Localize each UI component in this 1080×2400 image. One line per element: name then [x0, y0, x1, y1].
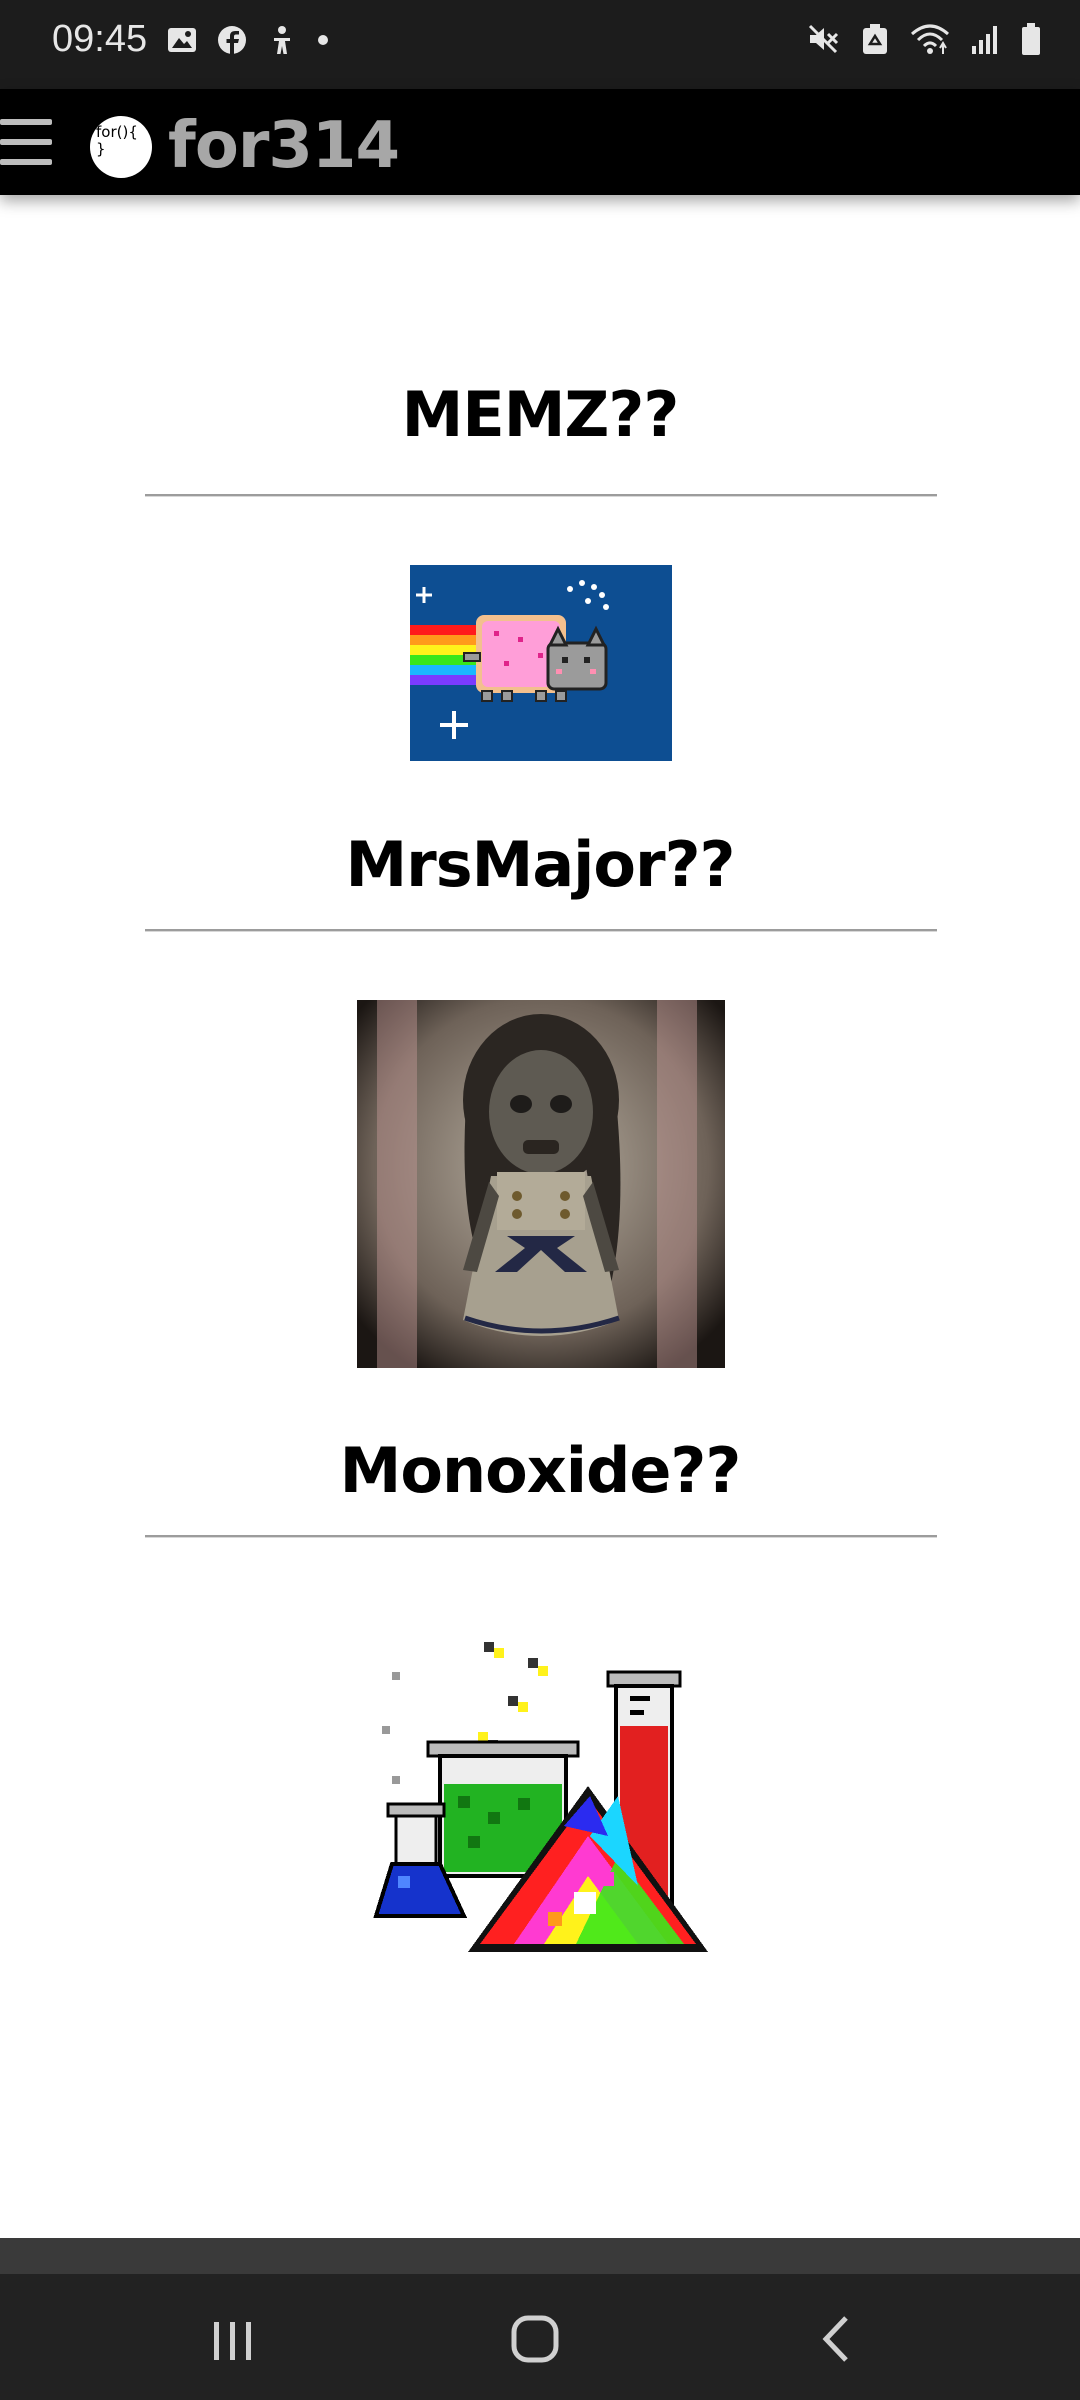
status-right-icons	[806, 22, 1042, 56]
signal-icon	[972, 26, 997, 54]
status-left-icons	[166, 24, 330, 56]
hamburger-menu-icon[interactable]	[0, 111, 54, 171]
recent-apps-icon[interactable]	[198, 2304, 268, 2374]
battery-icon	[1022, 23, 1040, 55]
logo-text: for(){ }	[96, 123, 138, 158]
recycle-icon	[863, 24, 887, 54]
section-title-mrsmajor: MrsMajor??	[345, 828, 735, 901]
facebook-icon	[218, 26, 246, 54]
wifi-icon	[911, 24, 949, 54]
section-divider	[145, 1535, 937, 1538]
site-logo[interactable]: for(){ }	[90, 116, 152, 178]
app-header: for(){ } for314	[0, 89, 1080, 195]
site-title[interactable]: for314	[168, 109, 400, 183]
accessibility-icon	[274, 26, 290, 54]
section-title-monoxide: Monoxide??	[339, 1434, 742, 1507]
home-icon[interactable]	[500, 2304, 570, 2374]
section-title-memz: MEMZ??	[401, 378, 680, 451]
back-icon[interactable]	[804, 2304, 874, 2374]
nyan-cat-image	[410, 565, 672, 761]
chemistry-lab-image	[368, 1636, 724, 1958]
image-icon	[168, 28, 196, 52]
page-bottom-bar	[0, 2238, 1080, 2274]
mute-icon	[808, 24, 839, 54]
system-nav-bar	[0, 2274, 1080, 2400]
status-time: 09:45	[52, 18, 148, 60]
dot-icon	[318, 35, 328, 45]
section-divider	[145, 494, 937, 497]
section-divider	[145, 929, 937, 932]
creepy-doll-image	[357, 1000, 725, 1368]
status-bar: 09:45	[0, 0, 1080, 89]
